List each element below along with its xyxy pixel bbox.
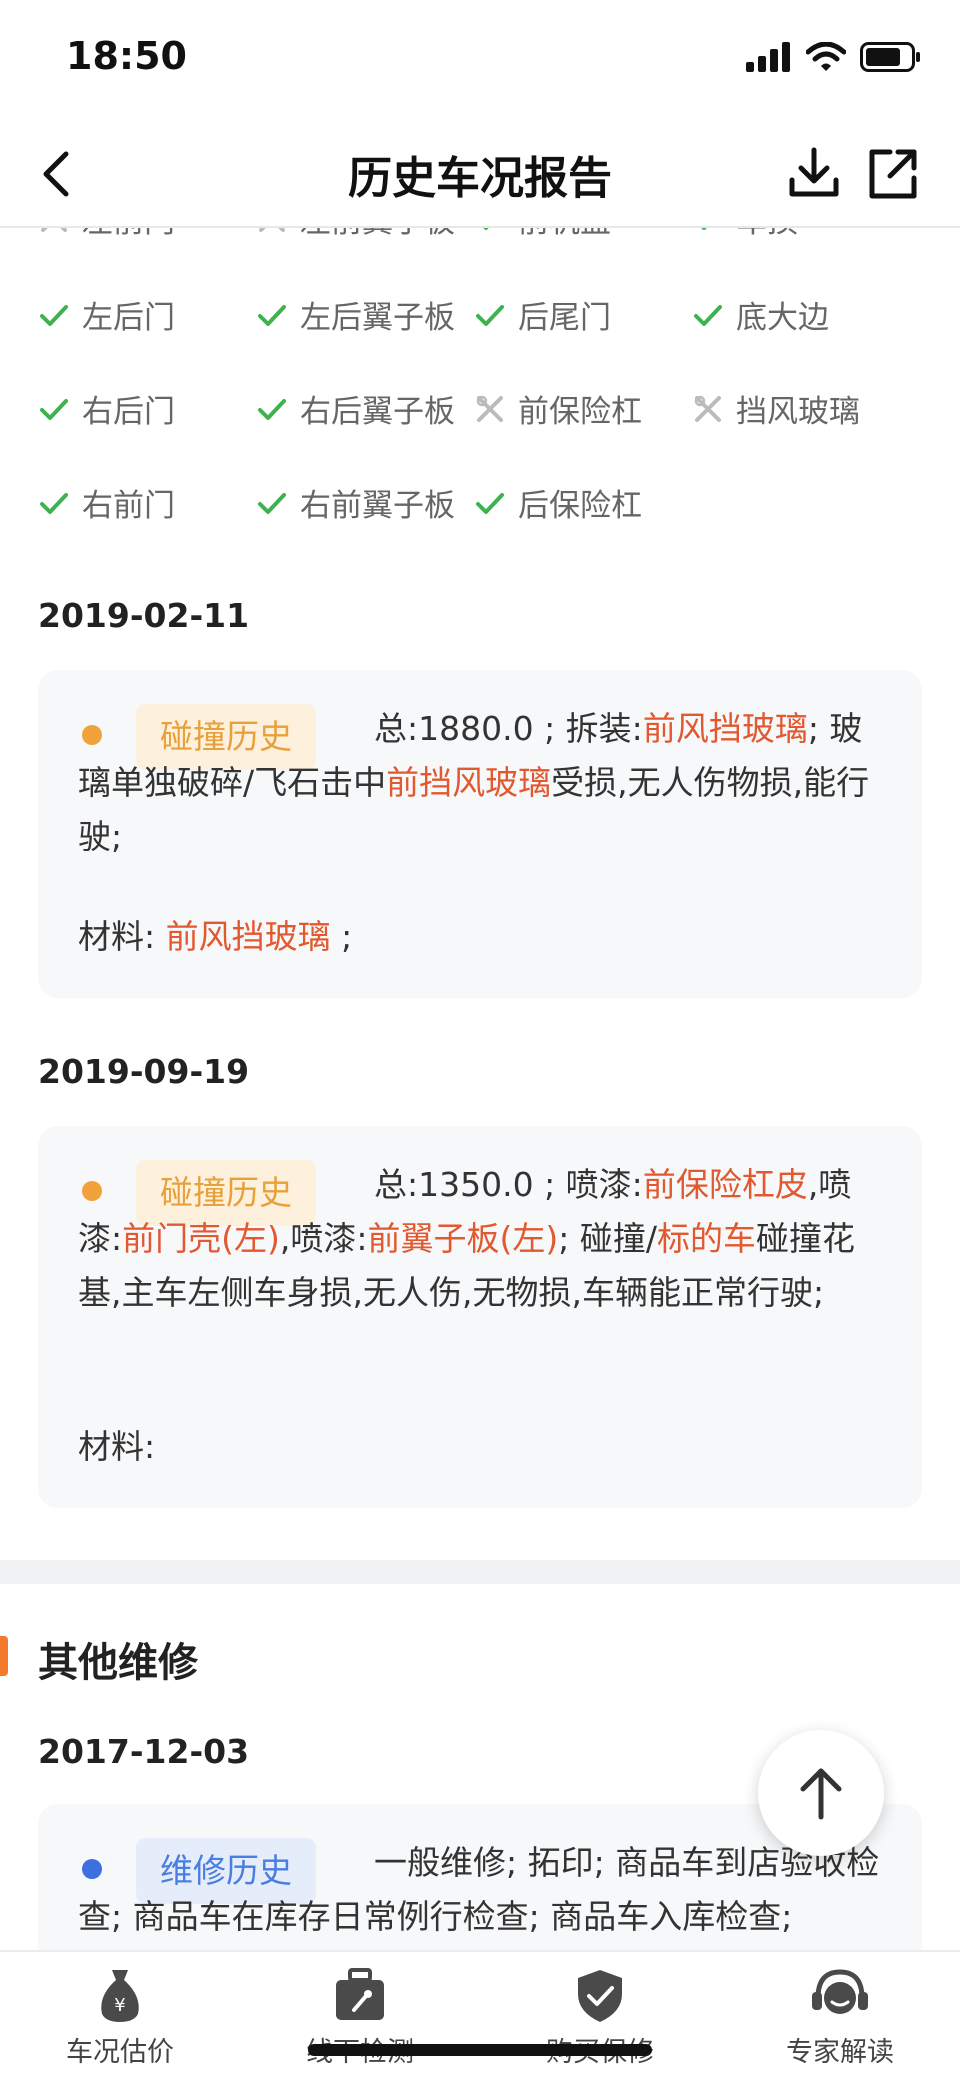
section-marker xyxy=(0,1636,8,1676)
part-item: 右前门 xyxy=(38,480,175,525)
part-label: 右前翼子板 xyxy=(300,488,455,524)
check-icon xyxy=(476,492,504,514)
part-item: 后保险杠 xyxy=(474,480,642,525)
part-label: 右后翼子板 xyxy=(300,394,455,430)
record-description: 一般维修; 拓印; 商品车到店验收检查; 商品车在库存日常例行检查; 商品车入库… xyxy=(78,1843,880,1936)
tab-label: 专家解读 xyxy=(786,2037,894,2068)
scroll-to-top-button[interactable] xyxy=(758,1730,884,1856)
check-icon xyxy=(476,304,504,326)
part-label: 后保险杠 xyxy=(518,488,642,524)
wrench-cross-icon xyxy=(694,395,721,422)
part-label: 左后门 xyxy=(82,300,175,336)
share-button[interactable] xyxy=(862,142,922,206)
part-label: 底大边 xyxy=(736,300,829,336)
part-item: 挡风玻璃 xyxy=(692,386,860,431)
svg-text:¥: ¥ xyxy=(114,1995,125,2016)
tab-label: 车况估价 xyxy=(66,2037,174,2068)
report-content[interactable]: 左前门 左前翼子板 前机盖 车损 左后门 左后翼子板 后尾门 底大边 右后门 右… xyxy=(0,0,960,1950)
part-item: 右后翼子板 xyxy=(256,386,455,431)
money-bag-icon: ¥ xyxy=(101,1970,139,2022)
record-date: 2019-09-19 xyxy=(38,1052,250,1091)
check-icon xyxy=(258,398,286,420)
download-icon xyxy=(789,147,839,197)
part-label: 挡风玻璃 xyxy=(736,394,860,430)
record-date: 2019-02-11 xyxy=(38,596,250,635)
headset-icon xyxy=(812,1969,868,2014)
check-icon xyxy=(40,304,68,326)
shield-check-icon xyxy=(578,1970,622,2022)
part-label: 右前门 xyxy=(82,488,175,524)
part-item: 右后门 xyxy=(38,386,175,431)
part-item: 右前翼子板 xyxy=(256,480,455,525)
part-item: 底大边 xyxy=(692,292,829,337)
download-button[interactable] xyxy=(784,142,844,206)
part-label: 前保险杠 xyxy=(518,394,642,430)
section-divider xyxy=(0,1560,960,1584)
check-icon xyxy=(258,492,286,514)
record-material: 材料: 前风挡玻璃 ; xyxy=(78,917,353,956)
tab-valuation[interactable]: ¥ 车况估价 xyxy=(20,1966,220,2069)
arrow-up-icon xyxy=(800,1768,842,1820)
record-card: 碰撞历史 总:1880.0 ; 拆装:前风挡玻璃; 玻璃单独破碎/飞石击中前挡风… xyxy=(38,670,922,998)
part-label: 右后门 xyxy=(82,394,175,430)
part-item: 左后翼子板 xyxy=(256,292,455,337)
tab-expert-interpretation[interactable]: 专家解读 xyxy=(740,1966,940,2069)
part-item: 前保险杠 xyxy=(474,386,642,431)
toolbox-icon xyxy=(336,1968,384,2020)
check-icon xyxy=(40,398,68,420)
record-material: 材料: xyxy=(78,1427,156,1466)
check-icon xyxy=(40,492,68,514)
home-indicator xyxy=(308,2044,652,2056)
record-description: 总:1350.0 ; 喷漆:前保险杠皮,喷漆:前门壳(左),喷漆:前翼子板(左)… xyxy=(78,1165,855,1312)
record-card: 碰撞历史 总:1350.0 ; 喷漆:前保险杠皮,喷漆:前门壳(左),喷漆:前翼… xyxy=(38,1126,922,1508)
record-date: 2017-12-03 xyxy=(38,1732,250,1771)
check-icon xyxy=(258,304,286,326)
record-description: 总:1880.0 ; 拆装:前风挡玻璃; 玻璃单独破碎/飞石击中前挡风玻璃受损,… xyxy=(78,709,870,856)
part-item: 后尾门 xyxy=(474,292,611,337)
part-label: 后尾门 xyxy=(518,300,611,336)
share-external-icon xyxy=(869,149,917,199)
part-label: 左后翼子板 xyxy=(300,300,455,336)
nav-bar: 历史车况报告 xyxy=(0,120,960,228)
part-item: 左后门 xyxy=(38,292,175,337)
bottom-tab-bar: ¥ 车况估价 线下检测 购买保修 专家解读 xyxy=(0,1950,960,2078)
section-title: 其他维修 xyxy=(38,1640,198,1686)
check-icon xyxy=(694,304,722,326)
wrench-cross-icon xyxy=(476,395,503,422)
